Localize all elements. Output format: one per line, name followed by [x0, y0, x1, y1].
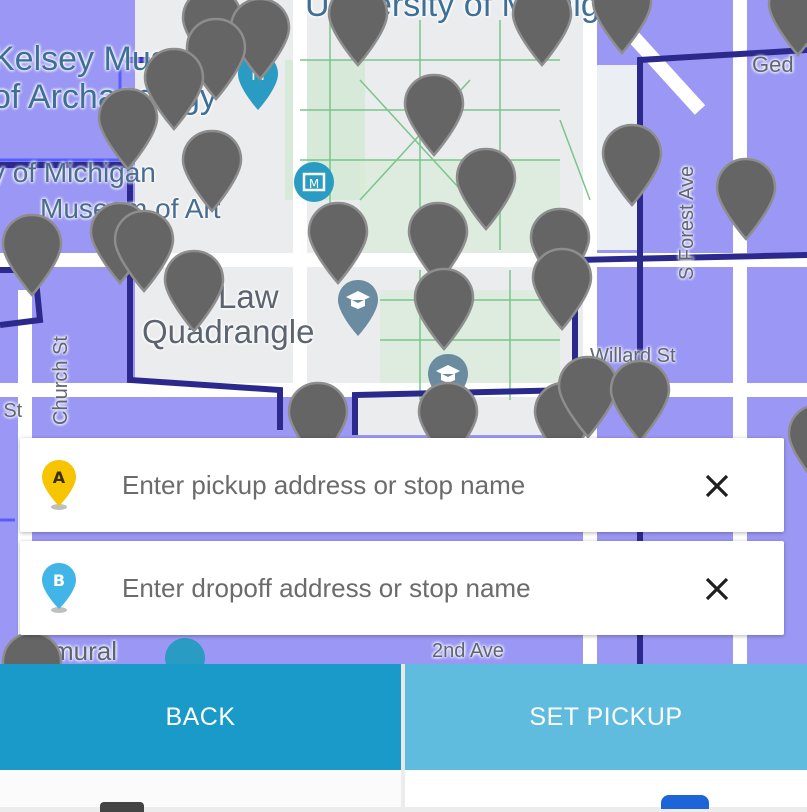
close-icon[interactable] — [702, 471, 732, 501]
pickup-field[interactable]: A Enter pickup address or stop name — [20, 438, 784, 532]
school-icon[interactable] — [336, 278, 380, 338]
map-pin-icon[interactable] — [0, 630, 64, 664]
svg-text:A: A — [53, 468, 66, 487]
map-pin-icon[interactable] — [786, 402, 807, 488]
dropoff-input[interactable]: Enter dropoff address or stop name — [122, 541, 531, 635]
map-label-ave: 2nd Ave — [432, 640, 504, 662]
close-icon[interactable] — [702, 574, 732, 604]
map-label-hill-st: Hill St — [0, 400, 23, 422]
svg-text:B: B — [53, 571, 65, 590]
dropoff-marker-icon: B — [42, 563, 76, 613]
svg-text:M: M — [309, 177, 319, 191]
set-pickup-button-label: SET PICKUP — [529, 702, 683, 731]
map-pin-icon[interactable] — [714, 156, 778, 242]
map-pin-icon[interactable] — [530, 246, 594, 332]
pickup-marker-icon: A — [42, 460, 76, 510]
map-pin-icon[interactable] — [162, 248, 226, 334]
back-button[interactable]: BACK — [0, 664, 401, 770]
bottom-tab-left[interactable] — [0, 770, 401, 812]
map-label-law: Law — [218, 278, 279, 315]
map-pin-icon[interactable] — [590, 0, 654, 56]
map-pin-icon[interactable] — [180, 128, 244, 214]
map-pin-icon[interactable] — [326, 0, 390, 68]
map-pin-icon[interactable] — [510, 0, 574, 68]
set-pickup-button[interactable]: SET PICKUP — [405, 664, 807, 770]
place-icon[interactable] — [163, 636, 207, 664]
map-pin-icon[interactable] — [608, 358, 672, 444]
map-label-forest-ave: S Forest Ave — [676, 165, 698, 280]
museum-icon[interactable]: M — [292, 160, 336, 204]
map-pin-icon[interactable] — [96, 86, 160, 172]
map-pin-icon[interactable] — [0, 212, 64, 298]
list-icon — [100, 802, 144, 812]
pickup-input[interactable]: Enter pickup address or stop name — [122, 438, 525, 532]
map-pin-icon[interactable] — [766, 0, 807, 58]
map-pin-icon[interactable] — [306, 200, 370, 286]
dropoff-field[interactable]: B Enter dropoff address or stop name — [20, 541, 784, 635]
map-label-church-st: Church St — [50, 336, 72, 425]
back-button-label: BACK — [165, 702, 236, 731]
bottom-tab-right[interactable] — [405, 770, 807, 809]
map-pin-icon[interactable] — [600, 122, 664, 208]
map-pin-icon[interactable] — [412, 266, 476, 352]
